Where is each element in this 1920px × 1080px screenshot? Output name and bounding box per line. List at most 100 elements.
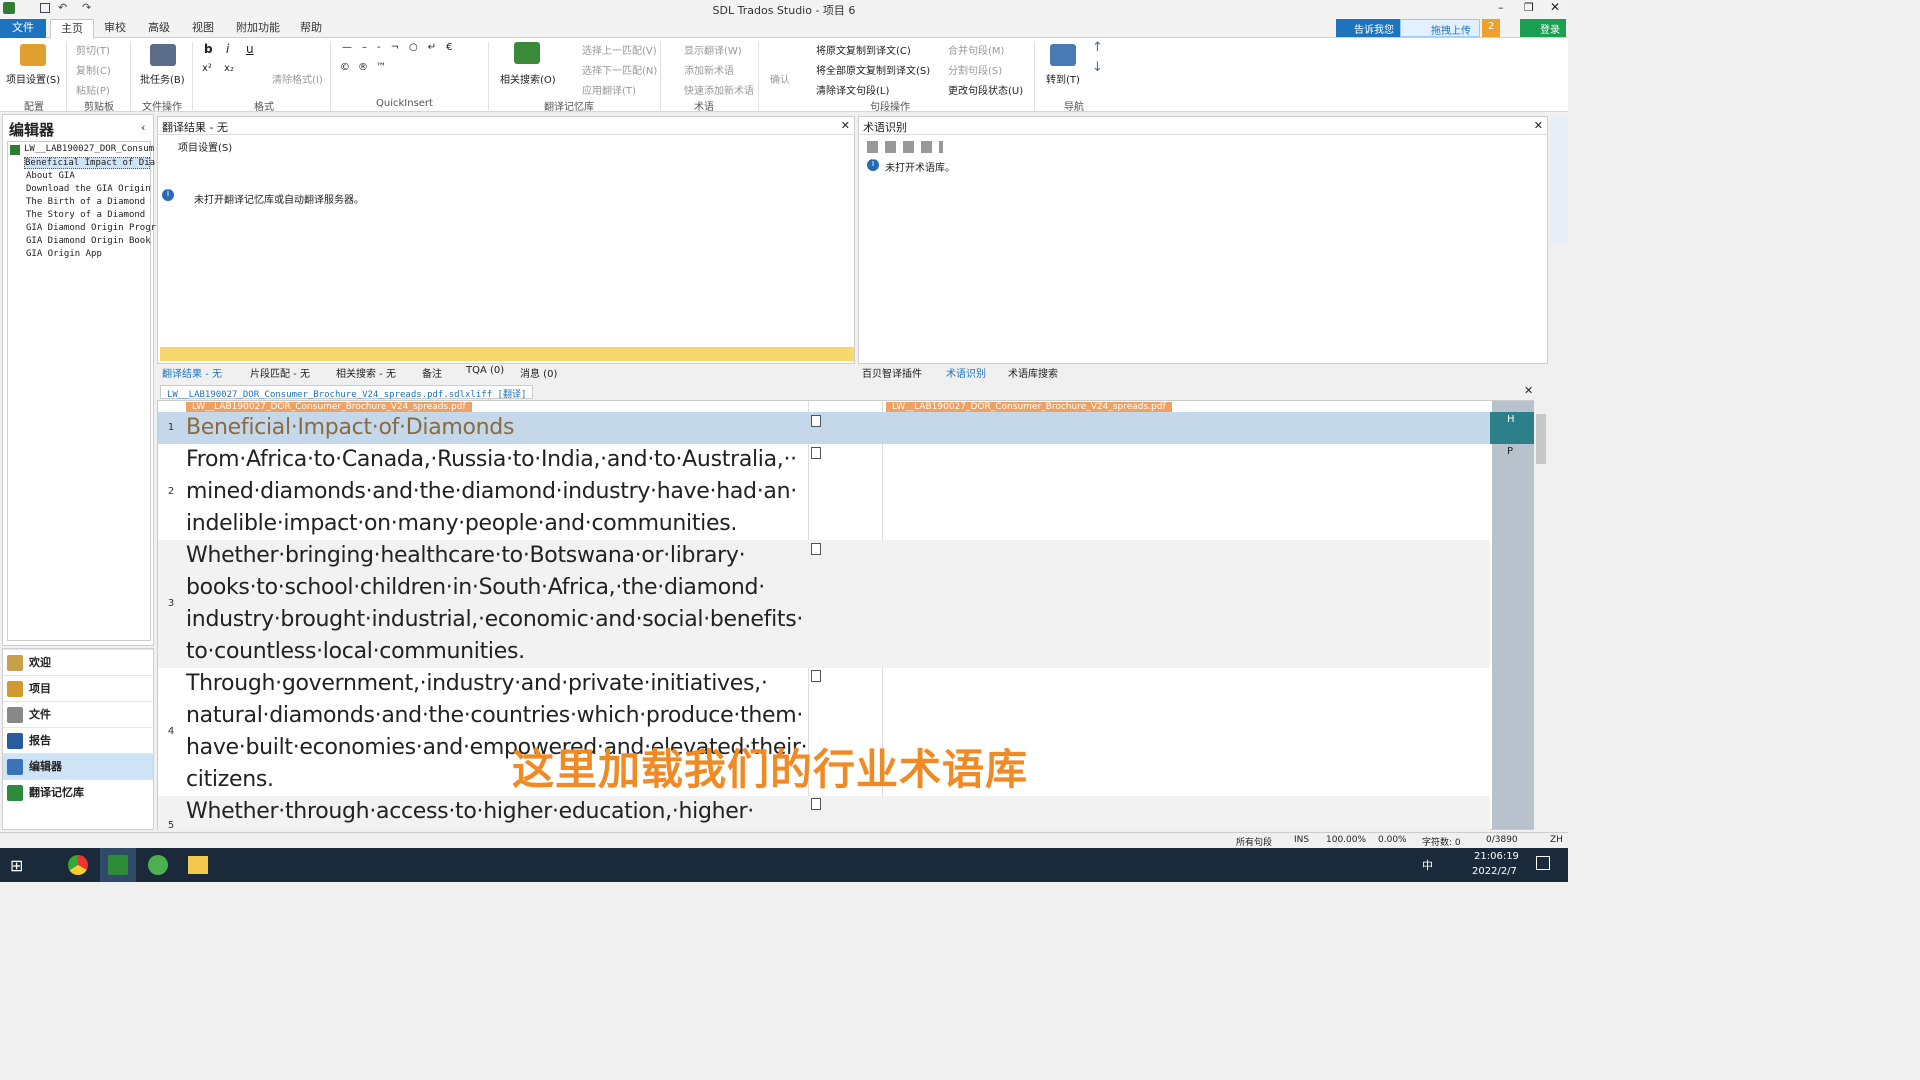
start-icon[interactable]: ⊞: [10, 856, 23, 875]
nav-editor[interactable]: 编辑器: [3, 753, 153, 779]
chrome-icon[interactable]: [68, 855, 88, 875]
cut-button[interactable]: 剪切(T): [76, 42, 110, 57]
status-bar: 所有句段 INS 100.00% 0.00% 字符数: 0 0/3890 ZH: [0, 832, 1568, 848]
change-status-button[interactable]: 更改句段状态(U): [948, 82, 1023, 97]
tab-messages[interactable]: 消息 (0): [520, 365, 557, 380]
nav-reports[interactable]: 报告: [3, 727, 153, 753]
tab-review[interactable]: 审校: [94, 19, 136, 38]
restore-button[interactable]: ❐: [1524, 1, 1534, 14]
tab-termbase-search[interactable]: 术语库搜索: [1008, 365, 1058, 380]
clear-format-button[interactable]: 清除格式(I): [272, 71, 323, 86]
paste-button[interactable]: 粘贴(P): [76, 82, 110, 97]
segment-source[interactable]: Whether·bringing·healthcare·to·Botswana·…: [186, 540, 806, 668]
ribbon: 项目设置(S) 配置 剪切(T) 复制(C) 粘贴(P) 剪贴板 批任务(B) …: [0, 38, 1568, 113]
tree-item[interactable]: The Story of a Diamond: [26, 210, 145, 220]
tab-translation-results[interactable]: 翻译结果 - 无: [162, 365, 222, 380]
term-toolbar-icons[interactable]: [867, 141, 943, 153]
close-button[interactable]: ✕: [1550, 0, 1560, 14]
editor-panel: 编辑器 ‹ LW__LAB190027_DOR_Consum Beneficia…: [2, 114, 156, 646]
minimize-button[interactable]: –: [1498, 1, 1504, 14]
tree-item[interactable]: GIA Diamond Origin Progr: [26, 223, 156, 233]
copy-source-to-target-button[interactable]: 将原文复制到译文(C): [816, 42, 911, 57]
italic-button[interactable]: i: [226, 42, 229, 56]
notification-badge[interactable]: 2: [1482, 19, 1500, 37]
tell-me-button[interactable]: 告诉我您: [1336, 19, 1400, 37]
tab-notes[interactable]: 备注: [422, 365, 442, 380]
tab-home[interactable]: 主页: [50, 19, 94, 38]
project-settings-button[interactable]: 项目设置(S): [6, 71, 60, 86]
clear-target-button[interactable]: 清除译文句段(L): [816, 82, 889, 97]
tab-tqa[interactable]: TQA (0): [466, 365, 504, 376]
copy-button[interactable]: 复制(C): [76, 62, 111, 77]
arrow-down-icon[interactable]: ↓: [1092, 60, 1103, 75]
nav-tm[interactable]: 翻译记忆库: [3, 779, 153, 805]
show-translation-button[interactable]: 显示翻译(W): [684, 42, 742, 57]
quickinsert-row2[interactable]: ©®™: [340, 62, 394, 73]
tab-advanced[interactable]: 高级: [138, 19, 180, 38]
tree-item-selected[interactable]: Beneficial Impact of Dia: [24, 157, 155, 169]
tab-related-search[interactable]: 相关搜索 - 无: [336, 365, 396, 380]
bold-button[interactable]: b: [204, 42, 213, 56]
tab-term-recognition[interactable]: 术语识别: [946, 365, 986, 380]
batch-task-button[interactable]: 批任务(B): [140, 71, 185, 86]
superscript-button[interactable]: x²: [202, 63, 212, 74]
batch-task-icon: [150, 44, 176, 66]
tree-item[interactable]: About GIA: [26, 171, 75, 181]
related-search-button[interactable]: 相关搜索(O): [500, 71, 556, 86]
nav-files[interactable]: 文件: [3, 701, 153, 727]
nav-welcome[interactable]: 欢迎: [3, 649, 153, 675]
merge-segments-button[interactable]: 合并句段(M): [948, 42, 1004, 57]
underline-button[interactable]: u: [246, 42, 254, 56]
tree-item-root[interactable]: LW__LAB190027_DOR_Consum: [24, 144, 154, 154]
quick-add-term-button[interactable]: 快速添加新术语: [684, 82, 754, 97]
tm-project-settings-button[interactable]: 项目设置(S): [178, 139, 232, 154]
apply-translation-button[interactable]: 应用翻译(T): [582, 82, 636, 97]
arrow-up-icon[interactable]: ↑: [1092, 40, 1103, 55]
side-rail[interactable]: [1550, 116, 1568, 246]
tree-item[interactable]: The Birth of a Diamond: [26, 197, 145, 207]
subscript-button[interactable]: x₂: [224, 63, 234, 74]
clock-date[interactable]: 2022/2/7: [1472, 866, 1517, 877]
ime-indicator[interactable]: 中: [1422, 857, 1433, 873]
scrollbar-thumb[interactable]: [1536, 414, 1546, 464]
copy-all-source-button[interactable]: 将全部原文复制到译文(S): [816, 62, 930, 77]
collapse-icon[interactable]: ‹: [141, 121, 145, 134]
tab-view[interactable]: 视图: [182, 19, 224, 38]
add-new-term-button[interactable]: 添加新术语: [684, 62, 734, 77]
trados-icon[interactable]: [108, 855, 128, 875]
tab-addins[interactable]: 附加功能: [226, 19, 290, 38]
tab-help[interactable]: 帮助: [290, 19, 332, 38]
segment-source[interactable]: From·Africa·to·Canada,·Russia·to·India,·…: [186, 444, 806, 540]
close-panel-icon[interactable]: ✕: [841, 119, 850, 132]
close-doc-icon[interactable]: ✕: [1524, 384, 1533, 397]
folder-icon[interactable]: [188, 856, 208, 874]
tree-item[interactable]: GIA Origin App: [26, 249, 102, 259]
split-segment-button[interactable]: 分割句段(S): [948, 62, 1002, 77]
tree-item[interactable]: Download the GIA Origin: [26, 184, 151, 194]
login-button[interactable]: 登录: [1520, 19, 1566, 37]
tm-message: 未打开翻译记忆库或自动翻译服务器。: [194, 195, 364, 206]
notification-icon[interactable]: [1536, 856, 1550, 870]
tab-baibei-plugin[interactable]: 百贝智译插件: [862, 365, 922, 380]
browser-icon[interactable]: [148, 855, 168, 875]
upload-button[interactable]: 拖拽上传: [1400, 19, 1480, 37]
tree-item[interactable]: GIA Diamond Origin Book: [26, 236, 151, 246]
tab-file[interactable]: 文件: [0, 19, 46, 38]
segment-filter[interactable]: 所有句段: [1236, 835, 1272, 848]
close-panel-icon[interactable]: ✕: [1534, 119, 1543, 132]
quickinsert-row1[interactable]: —–‑¬○↵€: [342, 42, 462, 53]
term-message: 未打开术语库。: [885, 163, 955, 174]
vertical-scrollbar[interactable]: [1534, 400, 1548, 830]
file-icon: [10, 145, 20, 155]
segment-source[interactable]: Whether·through·access·to·higher·educati…: [186, 796, 806, 828]
goto-button[interactable]: 转到(T): [1046, 71, 1080, 86]
select-prev-match-button[interactable]: 选择上一匹配(V): [582, 42, 657, 57]
document-tab[interactable]: LW__LAB190027_DOR_Consumer_Brochure_V24_…: [160, 385, 534, 400]
select-next-match-button[interactable]: 选择下一匹配(N): [582, 62, 657, 77]
tab-fragment-match[interactable]: 片段匹配 - 无: [250, 365, 310, 380]
nav-projects[interactable]: 项目: [3, 675, 153, 701]
confirm-button[interactable]: 确认: [770, 71, 790, 86]
segment-source[interactable]: Beneficial·Impact·of·Diamonds: [186, 412, 806, 444]
clock-time[interactable]: 21:06:19: [1474, 851, 1519, 862]
term-recognition-panel: 术语识别 ✕ i 未打开术语库。: [858, 116, 1548, 364]
